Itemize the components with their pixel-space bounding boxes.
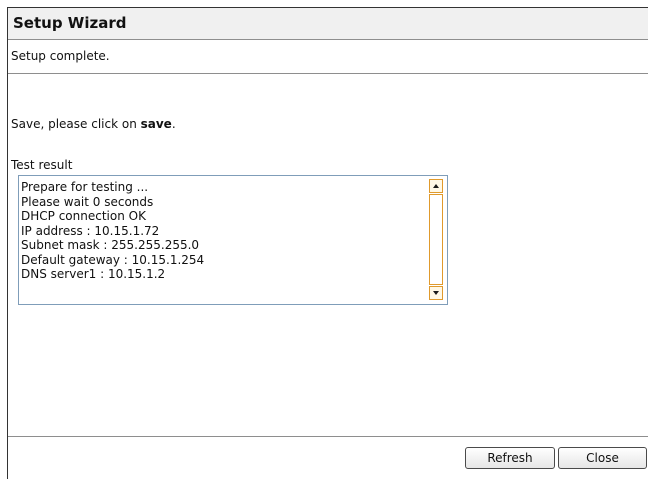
- result-line: DHCP connection OK: [21, 209, 146, 223]
- result-line: DNS server1 : 10.15.1.2: [21, 267, 166, 281]
- scroll-track[interactable]: [429, 194, 443, 285]
- footer-bar: Refresh Close: [8, 436, 648, 480]
- test-result-box[interactable]: Prepare for testing ... Please wait 0 se…: [18, 175, 448, 305]
- refresh-button[interactable]: Refresh: [465, 447, 555, 469]
- result-line: Subnet mask : 255.255.255.0: [21, 238, 200, 252]
- save-instruction-suffix: .: [171, 117, 176, 131]
- title-bar: Setup Wizard: [8, 8, 648, 40]
- save-instruction: Save, please click on save.: [11, 117, 176, 131]
- chevron-up-icon: [433, 184, 439, 188]
- vertical-scrollbar[interactable]: [429, 179, 445, 300]
- test-result-label: Test result: [11, 158, 73, 172]
- scroll-up-arrow[interactable]: [429, 179, 443, 193]
- content-area: Save, please click on save. Test result …: [8, 74, 648, 436]
- setup-wizard-window: Setup Wizard Setup complete. Save, pleas…: [7, 7, 648, 480]
- result-line: Prepare for testing ...: [21, 180, 149, 194]
- status-bar: Setup complete.: [8, 40, 648, 74]
- scroll-down-arrow[interactable]: [429, 286, 443, 300]
- save-word: save: [140, 117, 172, 131]
- result-line: Default gateway : 10.15.1.254: [21, 252, 205, 267]
- save-instruction-prefix: Save, please click on: [11, 117, 141, 131]
- result-line: IP address : 10.15.1.72: [21, 223, 160, 238]
- chevron-down-icon: [433, 291, 439, 295]
- test-result-lines: Prepare for testing ... Please wait 0 se…: [21, 180, 426, 282]
- status-text: Setup complete.: [11, 49, 110, 63]
- close-button[interactable]: Close: [558, 447, 647, 469]
- window-title: Setup Wizard: [13, 14, 127, 32]
- result-line: Please wait 0 seconds: [21, 194, 154, 209]
